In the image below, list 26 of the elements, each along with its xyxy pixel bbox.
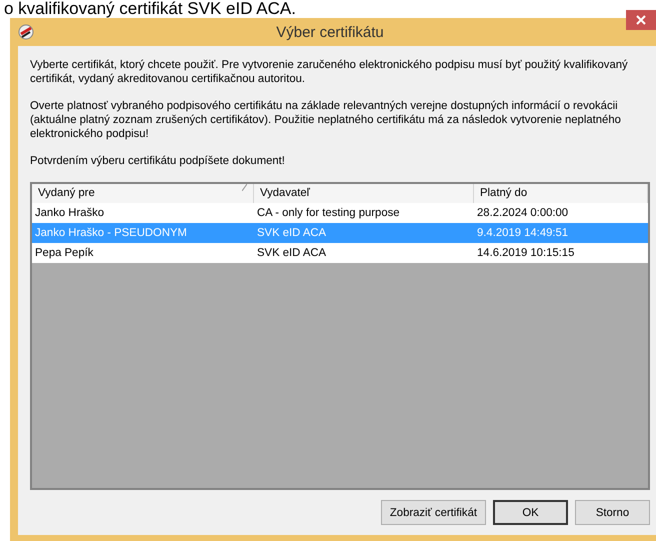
certificate-row[interactable]: Janko Hraško CA - only for testing purpose 28.2.2024 0:00:00: [32, 203, 648, 223]
dialog-button[interactable]: Storno: [575, 500, 650, 525]
instruction-text: Vyberte certifikát, ktorý chcete použiť. Pre vytvorenie zaručeného elektronického podpisu musí byť použitý kvalifikovaný certifikát, vydaný akreditovanou certifikačnou autoritou.: [30, 58, 629, 86]
window-title: Výber certifikátu: [275, 24, 385, 40]
table-cell-text: Janko Hraško: [34, 206, 106, 221]
close-icon: [636, 15, 646, 25]
column-header[interactable]: Vydaný pre: [38, 184, 95, 203]
dialog-button[interactable]: OK: [493, 500, 568, 525]
table-cell-text: SVK eID ACA: [256, 226, 328, 241]
close-button[interactable]: [626, 10, 656, 30]
sort-icon: [242, 184, 247, 191]
caption-text: o kvalifikovaný certifikát SVK eID ACA.: [3, 0, 297, 18]
instruction-text: Potvrdením výberu certifikátu podpíšete dokument!: [30, 154, 286, 168]
table-cell-text: SVK eID ACA: [256, 246, 328, 261]
table-cell-text: CA - only for testing purpose: [256, 206, 401, 221]
table-cell-text: Janko Hraško - PSEUDONYM: [34, 226, 188, 241]
dialog-button[interactable]: Zobraziť certifikát: [380, 500, 486, 525]
table-cell-text: 9.4.2019 14:49:51: [476, 226, 570, 241]
column-header[interactable]: Platný do: [480, 184, 528, 203]
app-logo-icon: [18, 24, 34, 40]
table-cell-text: Pepa Pepík: [34, 246, 94, 261]
certificate-row[interactable]: Pepa Pepík SVK eID ACA 14.6.2019 10:15:15: [32, 243, 648, 263]
table-cell-text: 14.6.2019 10:15:15: [476, 246, 576, 261]
column-header[interactable]: Vydavateľ: [260, 184, 310, 203]
table-cell-text: 28.2.2024 0:00:00: [476, 206, 570, 221]
instruction-text: Overte platnosť vybraného podpisového certifikátu na základe relevantných verejne dostupných informácií o revokácii (aktuálne platný zoznam zrušených certifikátov). Použitie neplatného certifikátu má za následok vytvorenie neplatného elektronického podpisu!: [30, 99, 622, 141]
